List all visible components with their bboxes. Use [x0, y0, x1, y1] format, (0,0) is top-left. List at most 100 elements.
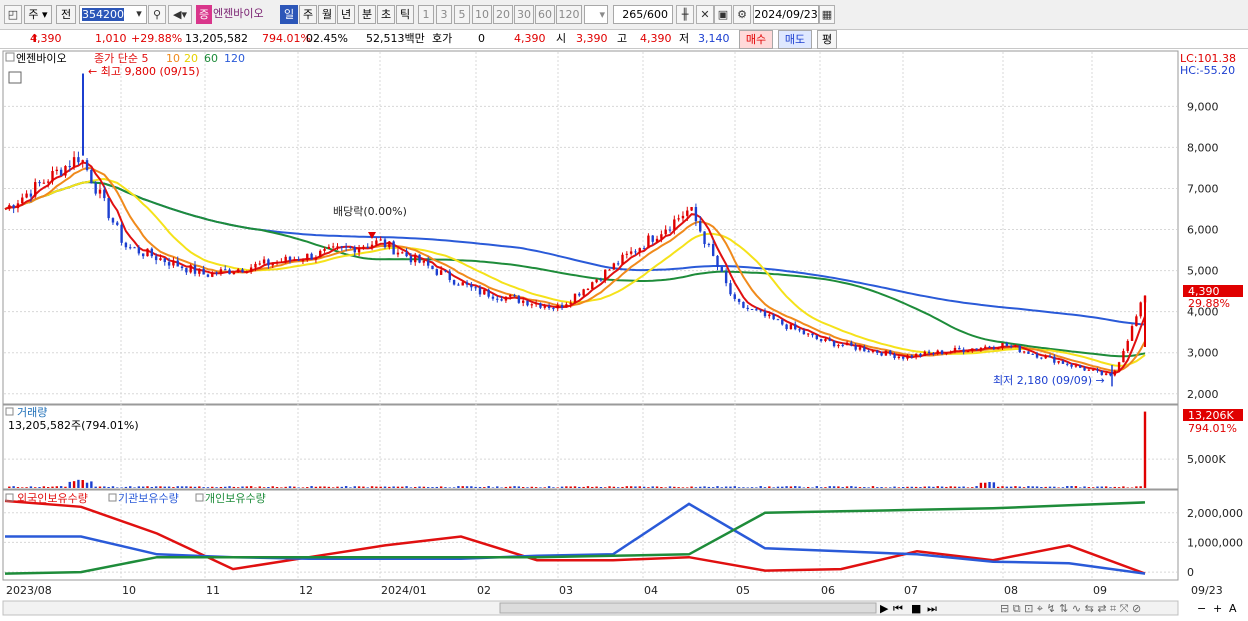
sell-button[interactable]: 매도 [778, 30, 812, 49]
volume-bar [64, 486, 67, 488]
interval-20-button[interactable]: 20 [493, 5, 513, 24]
candle-body [159, 258, 162, 261]
volume-bar [1117, 487, 1121, 488]
candle-body [966, 350, 970, 352]
interval-60-button[interactable]: 60 [535, 5, 555, 24]
period-year-button[interactable]: 년 [337, 5, 355, 24]
period-minute-button[interactable]: 분 [358, 5, 376, 24]
scroll-last-icon[interactable]: ⏭ [927, 602, 937, 615]
candle-body [742, 301, 745, 308]
volume-bar [539, 487, 542, 488]
volume-bar [979, 482, 983, 488]
volume-bar [724, 486, 728, 488]
volume-bar [919, 487, 922, 488]
crosshair-icon[interactable]: ✕ [696, 5, 714, 24]
volume-last-badge: 13,206K [1188, 409, 1234, 422]
inst-toggle-icon[interactable] [108, 493, 117, 502]
volume-bar [180, 486, 184, 488]
indiv-toggle-icon[interactable] [195, 493, 204, 502]
search-icon[interactable]: ⚲ [148, 5, 166, 24]
candle-body [1040, 357, 1043, 359]
candle-body [867, 351, 870, 353]
stop-icon[interactable]: ■ [911, 602, 921, 615]
volume-bar [867, 487, 870, 488]
period-tick-button[interactable]: 틱 [396, 5, 414, 24]
candle-body [366, 246, 369, 248]
layout-icon[interactable]: ◰ [4, 5, 22, 24]
save-icon[interactable]: ▣ [714, 5, 732, 24]
candle-body [629, 251, 633, 254]
period-second-button[interactable]: 초 [377, 5, 395, 24]
x-tick-label: 02 [477, 584, 491, 597]
volume-bar [1018, 486, 1021, 488]
candle-body [51, 170, 54, 182]
scrollbar-thumb[interactable] [499, 602, 877, 614]
volume-bar [418, 486, 421, 488]
interval-120-button[interactable]: 120 [556, 5, 582, 24]
volume-bar [172, 487, 175, 488]
candle-body [211, 272, 214, 277]
date-input[interactable]: 2024/09/23 [753, 5, 819, 24]
candle-body [1066, 363, 1069, 365]
scroll-first-icon[interactable]: ⏮ [893, 602, 903, 615]
candle-body [759, 310, 762, 312]
candle-body [889, 350, 892, 355]
volume-bar [103, 486, 106, 488]
volume-bar [1053, 486, 1056, 488]
candle-body [686, 210, 689, 216]
code-dropdown-icon[interactable]: ▾ [131, 5, 147, 24]
volume-bar [984, 482, 987, 488]
calendar-icon[interactable]: ▦ [819, 5, 835, 24]
candle-body [46, 181, 50, 183]
volume-bar [569, 486, 572, 488]
scroll-right-icon[interactable]: ▶ [880, 602, 889, 615]
volume-bar [211, 486, 214, 488]
candle-body [711, 244, 715, 256]
interval-5-button[interactable]: 5 [454, 5, 470, 24]
volume-bar [901, 486, 905, 488]
candle-body [768, 314, 771, 317]
candle-body [1027, 351, 1030, 354]
candle-body [448, 271, 451, 281]
stock-chart[interactable]: 엔젠바이오 종가 단순 5 10 20 60 120 LC:101.38 HC:… [0, 50, 1248, 621]
type-button[interactable]: 전 [56, 5, 76, 24]
candle-type-icon[interactable]: ╫ [676, 5, 694, 24]
font-size-icon[interactable]: A [1229, 602, 1237, 615]
period-day-button[interactable]: 일 [280, 5, 298, 24]
interval-10-button[interactable]: 10 [472, 5, 492, 24]
toolbar: ◰ 주 ▾ 전 354200 ▾ ⚲ ◀▾ 증 엔젠바이오 일 주 월 년 분 … [0, 0, 1248, 30]
volume-bar [1100, 486, 1104, 488]
table-toggle-icon[interactable] [8, 71, 22, 84]
volume-bar [1139, 486, 1142, 488]
candle-body [504, 296, 508, 301]
candle-body [1009, 345, 1013, 347]
volume-bar [1096, 486, 1099, 488]
candle-body [979, 347, 983, 350]
volume-bar [772, 487, 775, 488]
count-input[interactable]: 265/600 [613, 5, 673, 24]
volume-bar [850, 486, 853, 488]
interval-dropdown-icon[interactable]: ▾ [584, 5, 608, 24]
avg-button[interactable]: 평 [817, 30, 837, 49]
volume-toggle-icon[interactable] [5, 407, 14, 416]
zoom-in-icon[interactable]: + [1213, 602, 1222, 615]
interval-3-button[interactable]: 3 [436, 5, 452, 24]
candle-body [988, 346, 991, 348]
speaker-icon[interactable]: ◀▾ [168, 5, 192, 24]
period-month-button[interactable]: 월 [318, 5, 336, 24]
panel-toggle-icon[interactable] [5, 52, 15, 62]
volume-bar [992, 482, 996, 488]
volume-bar [996, 486, 1000, 488]
candle-body [275, 262, 279, 264]
volume-bar [1014, 486, 1017, 488]
ma20-line [4, 177, 1146, 367]
market-select[interactable]: 주 ▾ [24, 5, 52, 24]
drawing-tools-icon[interactable]: ⊟ ⧉ ⊡ ⌖ ↯ ⇅ ∿ ⇆ ⇄ ⌗ ⤧ ⊘ [1000, 602, 1141, 615]
buy-button[interactable]: 매수 [739, 30, 773, 49]
interval-1-button[interactable]: 1 [418, 5, 434, 24]
volume-bar [582, 486, 585, 488]
gear-icon[interactable]: ⚙ [733, 5, 751, 24]
interval-30-button[interactable]: 30 [514, 5, 534, 24]
zoom-out-icon[interactable]: − [1197, 602, 1206, 615]
period-week-button[interactable]: 주 [299, 5, 317, 24]
